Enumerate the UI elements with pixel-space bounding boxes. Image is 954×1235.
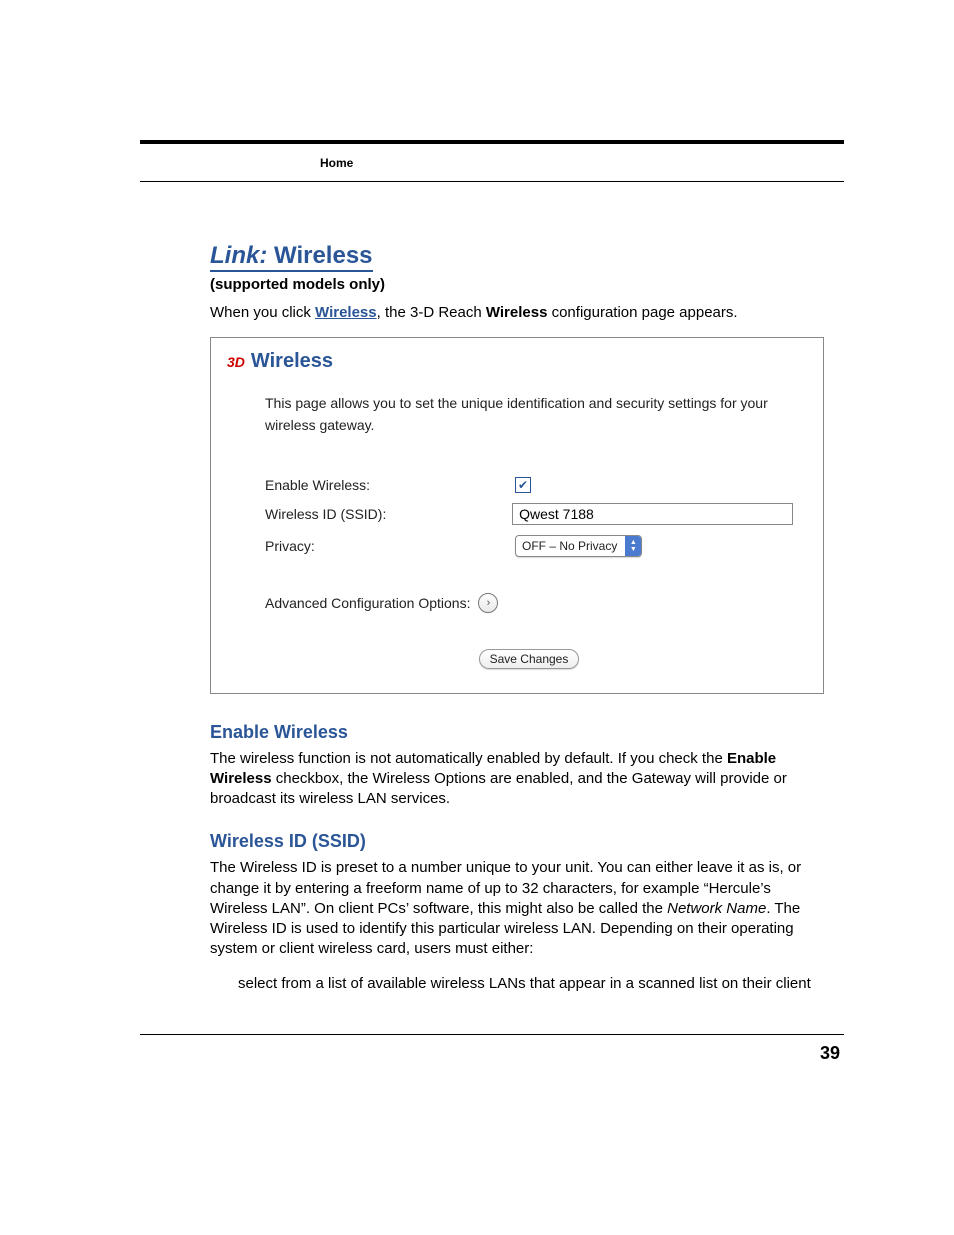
page-title: Link: Wireless [210, 242, 824, 270]
page-number: 39 [140, 1043, 844, 1064]
enable-wireless-heading: Enable Wireless [210, 722, 824, 743]
header-row: Home [140, 148, 844, 182]
wireless-link[interactable]: Wireless [315, 304, 377, 321]
intro-bold: Wireless [486, 304, 548, 321]
subtitle: (supported models only) [210, 276, 824, 293]
enable-wireless-body: The wireless function is not automatical… [210, 749, 824, 810]
ssid-heading: Wireless ID (SSID) [210, 831, 824, 852]
3d-badge-icon: 3D [227, 354, 245, 370]
header-rule-heavy [140, 140, 844, 144]
figure-title-text: Wireless [251, 350, 333, 373]
enable-body-pre: The wireless function is not automatical… [210, 750, 727, 767]
title-prefix: Link: [210, 242, 267, 269]
advanced-options-row: Advanced Configuration Options: › [265, 593, 793, 613]
document-page: Home Link: Wireless (supported models on… [0, 0, 954, 1124]
footer-rule [140, 1034, 844, 1035]
enable-wireless-row: Enable Wireless: ✔ [265, 477, 793, 493]
save-changes-button[interactable]: Save Changes [479, 649, 580, 669]
intro-paragraph: When you click Wireless, the 3-D Reach W… [210, 303, 824, 323]
privacy-row: Privacy: OFF – No Privacy ▲▼ [265, 535, 793, 557]
figure-description: This page allows you to set the unique i… [265, 393, 793, 436]
privacy-select[interactable]: OFF – No Privacy ▲▼ [515, 535, 642, 557]
ssid-bullet-1: select from a list of available wireless… [238, 974, 824, 994]
advanced-options-label: Advanced Configuration Options: [265, 595, 470, 611]
enable-body-post: checkbox, the Wireless Options are enabl… [210, 770, 787, 807]
figure-screenshot: 3D Wireless This page allows you to set … [210, 337, 824, 693]
intro-pre: When you click [210, 304, 315, 321]
figure-title: 3D Wireless [227, 350, 807, 373]
save-row: Save Changes [265, 649, 793, 669]
figure-inner: This page allows you to set the unique i… [225, 393, 807, 668]
ssid-body-italic: Network Name [667, 900, 766, 917]
privacy-label: Privacy: [265, 538, 515, 554]
intro-mid: , the 3-D Reach [377, 304, 486, 321]
privacy-select-value: OFF – No Privacy [516, 536, 625, 556]
advanced-arrow-icon[interactable]: › [478, 593, 498, 613]
intro-post: configuration page appears. [547, 304, 737, 321]
ssid-body: The Wireless ID is preset to a number un… [210, 858, 824, 959]
main-content: Link: Wireless (supported models only) W… [210, 242, 824, 994]
enable-wireless-label: Enable Wireless: [265, 477, 515, 493]
ssid-input[interactable] [512, 503, 793, 525]
ssid-row: Wireless ID (SSID): [265, 503, 793, 525]
enable-wireless-checkbox[interactable]: ✔ [515, 477, 531, 493]
ssid-label: Wireless ID (SSID): [265, 506, 512, 522]
running-head: Home [320, 156, 353, 170]
title-main: Wireless [274, 242, 373, 269]
select-arrows-icon: ▲▼ [625, 536, 641, 556]
